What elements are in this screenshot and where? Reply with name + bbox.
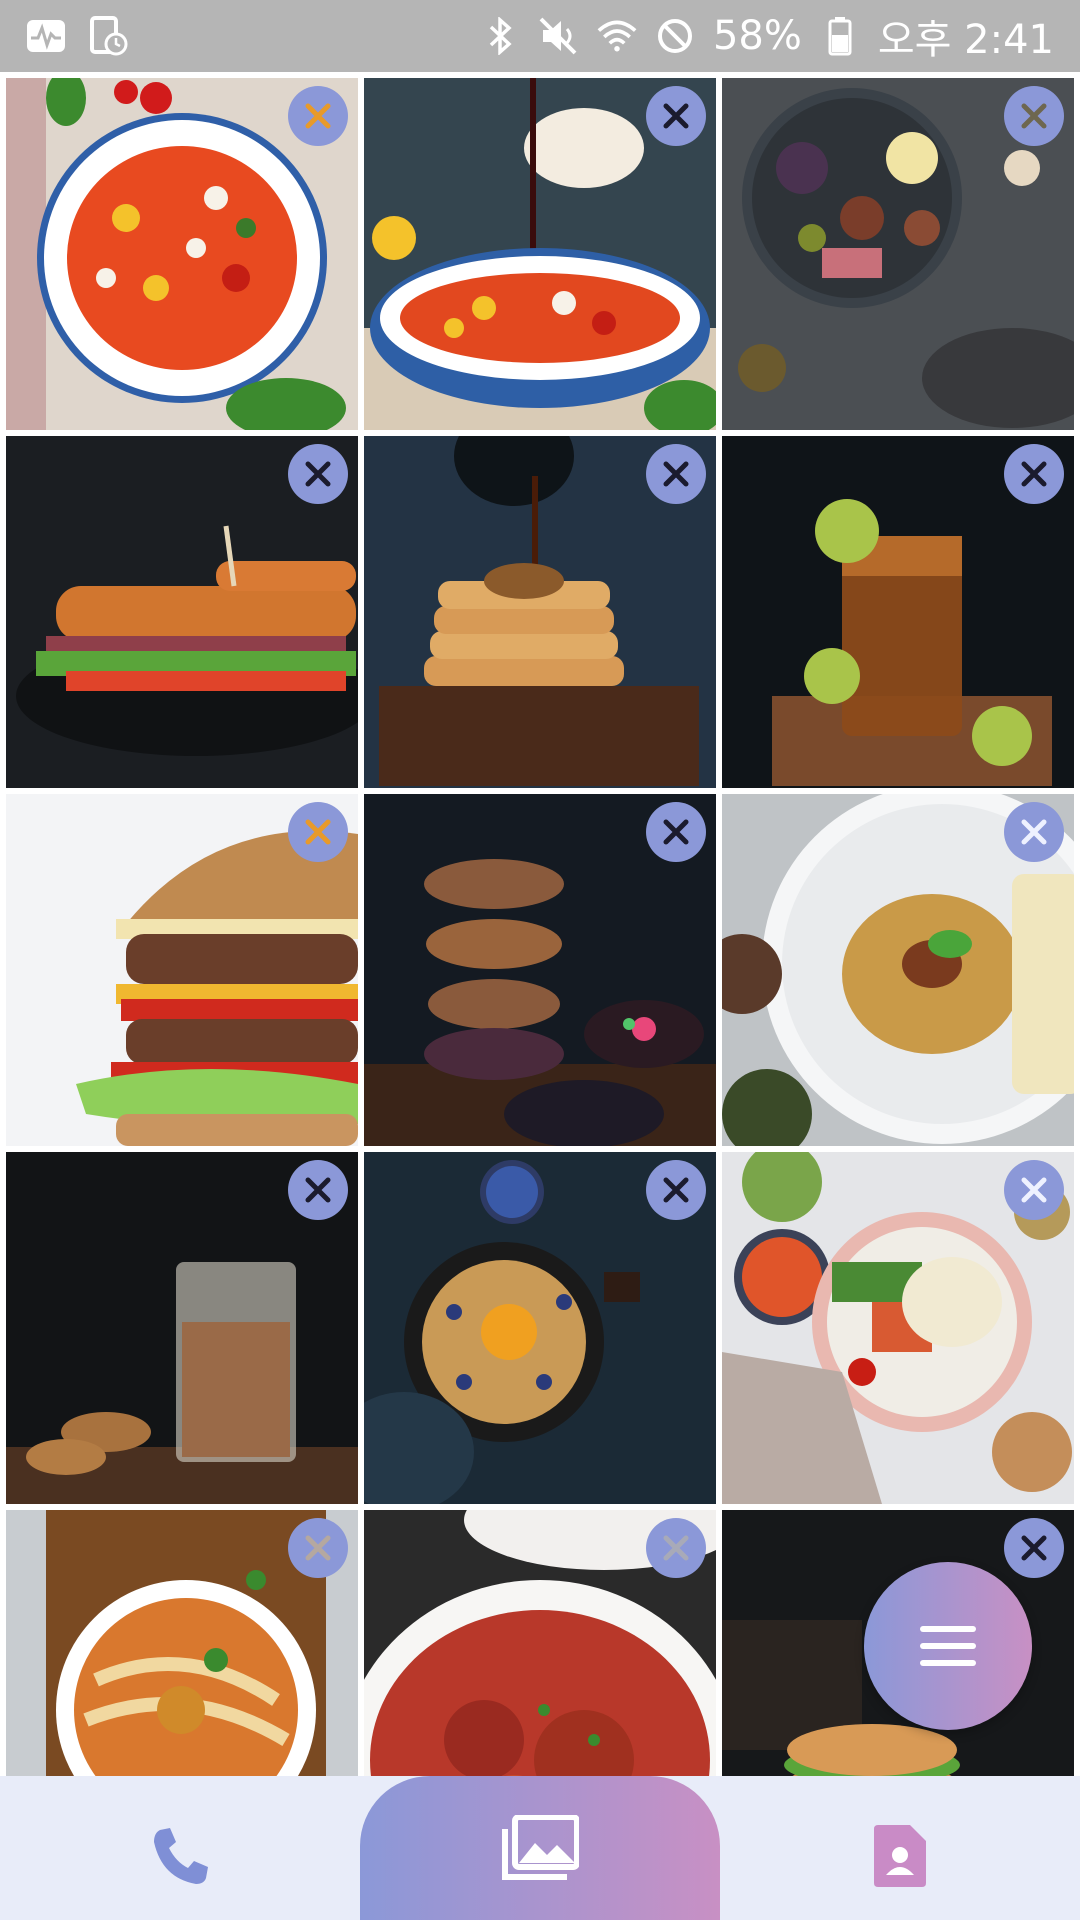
photo-tile[interactable] — [364, 1152, 716, 1504]
nav-gallery-button[interactable] — [360, 1776, 720, 1920]
photo-tile[interactable] — [6, 1152, 358, 1504]
remove-photo-button[interactable] — [288, 86, 348, 146]
remove-photo-button[interactable] — [646, 1160, 706, 1220]
contact-icon — [874, 1825, 926, 1887]
remove-photo-button[interactable] — [288, 1160, 348, 1220]
battery-icon — [820, 17, 860, 56]
gallery-icon — [502, 1815, 579, 1880]
photo-tile[interactable] — [722, 794, 1074, 1146]
close-icon — [305, 1177, 331, 1203]
device-clock-icon — [88, 16, 128, 56]
photo-tile[interactable] — [364, 436, 716, 788]
close-icon — [305, 1535, 331, 1561]
close-icon — [663, 1535, 689, 1561]
remove-photo-button[interactable] — [288, 1518, 348, 1578]
photo-tile[interactable] — [722, 1152, 1074, 1504]
remove-photo-button[interactable] — [1004, 444, 1064, 504]
photo-grid — [6, 78, 1074, 1776]
close-icon — [1021, 103, 1047, 129]
nav-contact-button[interactable] — [850, 1806, 950, 1906]
status-left-icons — [26, 16, 128, 56]
photo-tile[interactable] — [364, 1510, 716, 1776]
battery-percent: 58% — [712, 13, 802, 59]
mute-icon — [539, 17, 579, 55]
remove-photo-button[interactable] — [1004, 1518, 1064, 1578]
close-icon — [1021, 1535, 1047, 1561]
clock: 오후 2:41 — [877, 17, 1054, 63]
status-bar: 58% 오후 2:41 — [0, 0, 1080, 72]
status-right-icons: 58% 오후 2:41 — [481, 7, 1054, 65]
photo-tile[interactable] — [722, 436, 1074, 788]
remove-photo-button[interactable] — [1004, 802, 1064, 862]
close-icon — [305, 819, 331, 845]
close-icon — [663, 461, 689, 487]
bluetooth-icon — [481, 17, 521, 55]
menu-fab-button[interactable] — [864, 1562, 1032, 1730]
remove-photo-button[interactable] — [1004, 1160, 1064, 1220]
photo-tile[interactable] — [6, 78, 358, 430]
close-icon — [305, 461, 331, 487]
bottom-navigation — [0, 1776, 1080, 1920]
wifi-icon — [597, 18, 637, 54]
close-icon — [305, 103, 331, 129]
remove-photo-button[interactable] — [646, 1518, 706, 1578]
photo-tile[interactable] — [6, 436, 358, 788]
close-icon — [1021, 819, 1047, 845]
close-icon — [1021, 461, 1047, 487]
remove-photo-button[interactable] — [646, 444, 706, 504]
photo-tile[interactable] — [364, 794, 716, 1146]
photo-tile[interactable] — [364, 78, 716, 430]
phone-icon — [154, 1828, 208, 1884]
do-not-disturb-icon — [655, 18, 695, 54]
remove-photo-button[interactable] — [288, 802, 348, 862]
close-icon — [663, 819, 689, 845]
remove-photo-button[interactable] — [1004, 86, 1064, 146]
close-icon — [663, 103, 689, 129]
activity-monitor-icon — [26, 18, 66, 54]
remove-photo-button[interactable] — [288, 444, 348, 504]
close-icon — [1021, 1177, 1047, 1203]
nav-phone-button[interactable] — [130, 1806, 230, 1906]
photo-tile[interactable] — [6, 794, 358, 1146]
close-icon — [663, 1177, 689, 1203]
photo-tile[interactable] — [6, 1510, 358, 1776]
photo-tile[interactable] — [722, 78, 1074, 430]
remove-photo-button[interactable] — [646, 86, 706, 146]
remove-photo-button[interactable] — [646, 802, 706, 862]
menu-icon — [920, 1626, 976, 1666]
